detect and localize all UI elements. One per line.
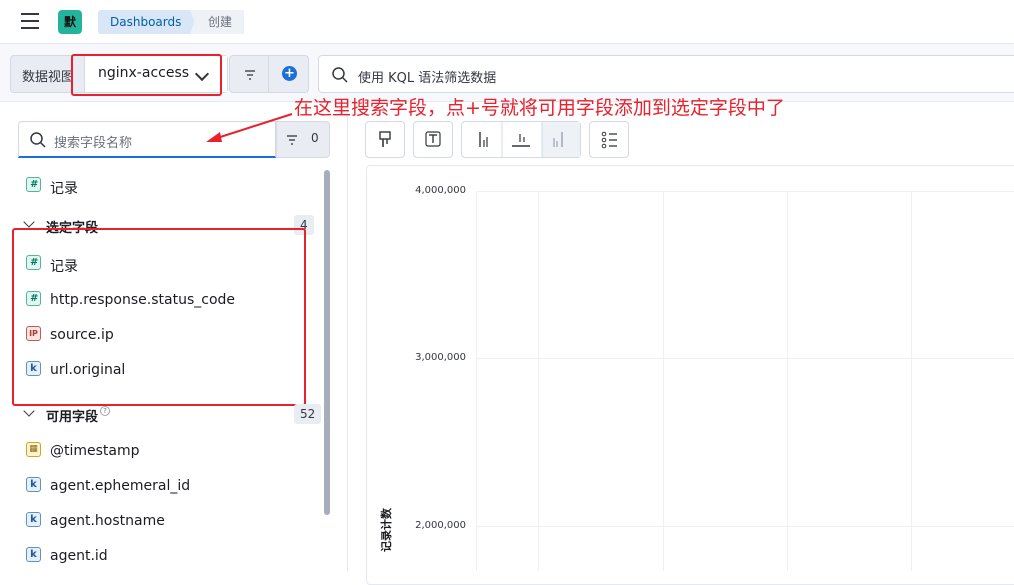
axis-settings-group [461, 121, 581, 158]
annotation-box-selected-fields [12, 228, 306, 406]
gridline [476, 191, 1014, 192]
sidebar-scrollbar[interactable] [324, 170, 330, 515]
available-field-item[interactable]: agent.id [50, 548, 108, 564]
search-icon [332, 67, 348, 83]
field-search-placeholder: 搜索字段名称 [54, 136, 133, 151]
kql-placeholder: 使用 KQL 语法筛选数据 [358, 71, 497, 86]
legend-settings-button[interactable] [589, 121, 629, 158]
number-field-icon: # [26, 177, 41, 192]
search-icon [30, 132, 46, 148]
gridline [476, 191, 477, 571]
axis-icons [479, 122, 580, 157]
data-view-label: 数据视图 [22, 70, 75, 85]
text-format-button[interactable] [413, 121, 453, 158]
field-filter-count: 0 [311, 131, 319, 145]
field-item-records[interactable]: 记录 [50, 178, 78, 198]
gridline [538, 191, 539, 571]
available-field-item[interactable]: agent.ephemeral_id [50, 478, 190, 494]
paint-brush-button[interactable] [365, 121, 405, 158]
keyword-field-icon: k [26, 477, 41, 492]
y-tick-label: 2,000,000 [415, 520, 466, 531]
gridline [911, 191, 912, 571]
breadcrumb-create: 创建 [190, 10, 245, 34]
question-icon[interactable]: ? [100, 406, 110, 416]
keyword-field-icon: k [26, 512, 41, 527]
date-field-icon: ▦ [26, 442, 41, 457]
available-field-item[interactable]: @timestamp [50, 443, 140, 459]
annotation-arrow-icon [206, 113, 293, 142]
text-icon [425, 131, 441, 147]
space-avatar[interactable]: 默 [58, 10, 82, 34]
available-fields-count: 52 [294, 404, 322, 424]
gridline [476, 526, 1014, 527]
y-tick-label: 3,000,000 [415, 352, 466, 363]
keyword-field-icon: k [26, 547, 41, 562]
annotation-box-data-view [71, 54, 222, 96]
plus-icon[interactable]: + [282, 66, 297, 81]
available-field-item[interactable]: agent.hostname [50, 513, 165, 529]
paint-brush-icon [379, 131, 391, 147]
legend-icon [601, 131, 617, 149]
gridline [787, 191, 788, 571]
y-axis-label: 记录计数 [380, 508, 393, 552]
menu-icon[interactable] [21, 13, 39, 29]
filter-icon [245, 70, 255, 80]
gridline [476, 358, 1014, 359]
filter-button[interactable] [229, 55, 269, 93]
y-tick-label: 4,000,000 [415, 185, 466, 196]
annotation-text: 在这里搜索字段，点+号就将可用字段添加到选定字段中了 [294, 97, 785, 119]
gridline [663, 191, 664, 571]
available-fields-title[interactable]: 可用字段 [46, 406, 98, 425]
breadcrumb-dashboards[interactable]: Dashboards [98, 10, 200, 34]
